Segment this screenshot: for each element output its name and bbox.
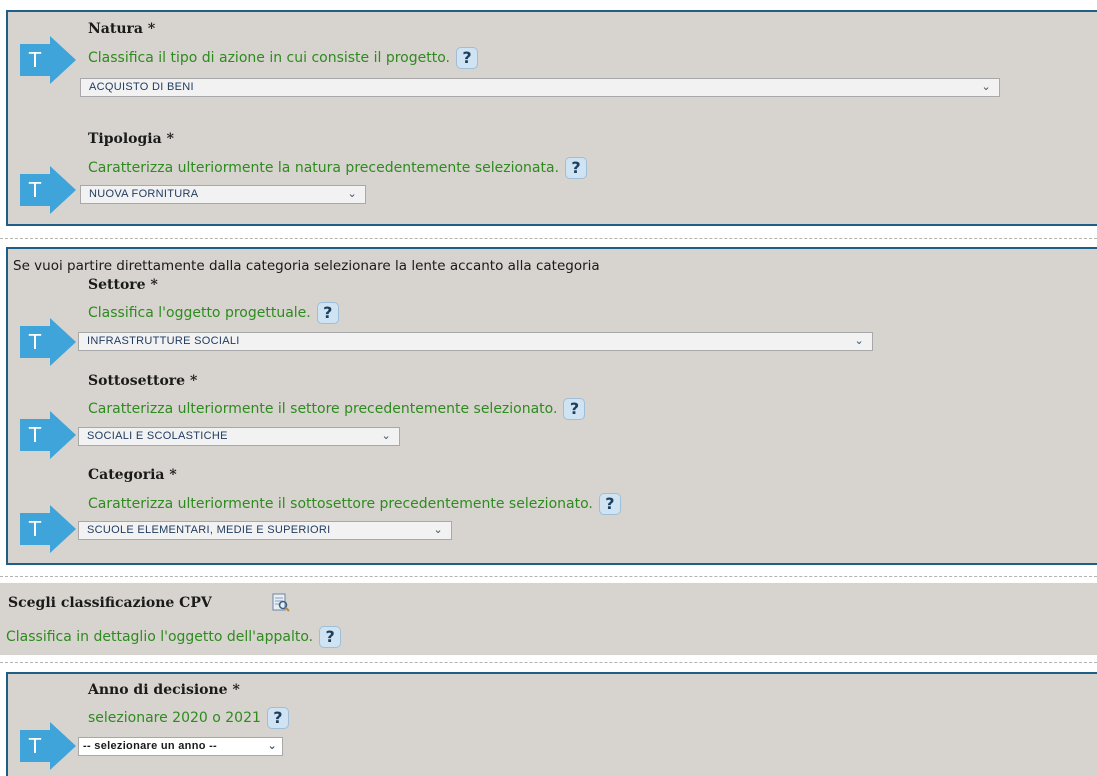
svg-text:T: T [28, 48, 42, 72]
chevron-down-icon: ⌄ [981, 80, 991, 93]
help-icon[interactable]: ? [598, 493, 621, 515]
natura-select[interactable]: ACQUISTO DI BENI ⌄ [80, 78, 1000, 97]
anno-hint: selezionare 2020 o 2021? [88, 707, 289, 729]
tipologia-hint-text: Caratterizza ulteriormente la natura pre… [88, 160, 560, 176]
t-arrow-settore-icon: T [20, 318, 80, 366]
t-arrow-anno-icon: T [20, 722, 80, 770]
chevron-down-icon: ⌄ [347, 187, 357, 200]
categoria-select[interactable]: SCUOLE ELEMENTARI, MEDIE E SUPERIORI ⌄ [78, 521, 452, 540]
natura-label: Natura * [88, 21, 156, 37]
divider [0, 576, 1097, 577]
svg-text:T: T [28, 734, 42, 758]
sottosettore-hint-text: Caratterizza ulteriormente il settore pr… [88, 401, 558, 417]
t-arrow-natura-icon: T [20, 36, 80, 84]
tipologia-hint: Caratterizza ulteriormente la natura pre… [88, 157, 588, 179]
help-icon[interactable]: ? [456, 47, 478, 69]
t-arrow-categoria-icon: T [20, 505, 80, 553]
chevron-down-icon: ⌄ [854, 334, 864, 347]
divider [0, 238, 1097, 239]
settore-label: Settore * [88, 277, 158, 293]
help-icon[interactable]: ? [563, 398, 586, 420]
sottosettore-select[interactable]: SOCIALI E SCOLASTICHE ⌄ [78, 427, 400, 446]
natura-hint-text: Classifica il tipo di azione in cui cons… [88, 50, 450, 66]
svg-text:T: T [28, 517, 42, 541]
settore-hint-text: Classifica l'oggetto progettuale. [88, 305, 311, 321]
svg-text:T: T [28, 330, 42, 354]
settore-select[interactable]: INFRASTRUTTURE SOCIALI ⌄ [78, 332, 873, 351]
anno-select-value: -- selezionare un anno -- [83, 740, 218, 752]
settore-intro-text: Se vuoi partire direttamente dalla categ… [13, 258, 600, 274]
categoria-hint: Caratterizza ulteriormente il sottosetto… [88, 493, 621, 515]
categoria-select-value: SCUOLE ELEMENTARI, MEDIE E SUPERIORI [87, 524, 331, 536]
natura-select-value: ACQUISTO DI BENI [89, 81, 194, 93]
anno-label: Anno di decisione * [88, 682, 240, 698]
sottosettore-label: Sottosettore * [88, 373, 198, 389]
divider [0, 662, 1097, 663]
svg-text:T: T [28, 423, 42, 447]
categoria-label: Categoria * [88, 467, 177, 483]
tipologia-label: Tipologia * [88, 131, 174, 147]
t-arrow-tipologia-icon: T [20, 166, 80, 214]
sottosettore-hint: Caratterizza ulteriormente il settore pr… [88, 398, 586, 420]
cpv-hint-text: Classifica in dettaglio l'oggetto dell'a… [6, 629, 314, 645]
chevron-down-icon: ⌄ [267, 739, 277, 752]
help-icon[interactable]: ? [316, 302, 339, 324]
chevron-down-icon: ⌄ [381, 429, 391, 442]
help-icon[interactable]: ? [565, 157, 588, 179]
categoria-hint-text: Caratterizza ulteriormente il sottosetto… [88, 496, 593, 512]
svg-text:T: T [28, 178, 42, 202]
help-icon[interactable]: ? [319, 626, 342, 648]
cpv-title: Scegli classificazione CPV [8, 595, 212, 611]
chevron-down-icon: ⌄ [433, 523, 443, 536]
search-document-icon[interactable] [272, 593, 290, 613]
cpv-hint: Classifica in dettaglio l'oggetto dell'a… [6, 626, 342, 648]
t-arrow-sottosettore-icon: T [20, 411, 80, 459]
tipologia-select-value: NUOVA FORNITURA [89, 188, 199, 200]
tipologia-select[interactable]: NUOVA FORNITURA ⌄ [80, 185, 366, 204]
settore-select-value: INFRASTRUTTURE SOCIALI [87, 335, 240, 347]
anno-select[interactable]: -- selezionare un anno -- ⌄ [78, 737, 283, 756]
help-icon[interactable]: ? [266, 707, 289, 729]
settore-hint: Classifica l'oggetto progettuale.? [88, 302, 339, 324]
anno-hint-text: selezionare 2020 o 2021 [88, 710, 261, 726]
sottosettore-select-value: SOCIALI E SCOLASTICHE [87, 430, 228, 442]
natura-hint: Classifica il tipo di azione in cui cons… [88, 47, 478, 69]
